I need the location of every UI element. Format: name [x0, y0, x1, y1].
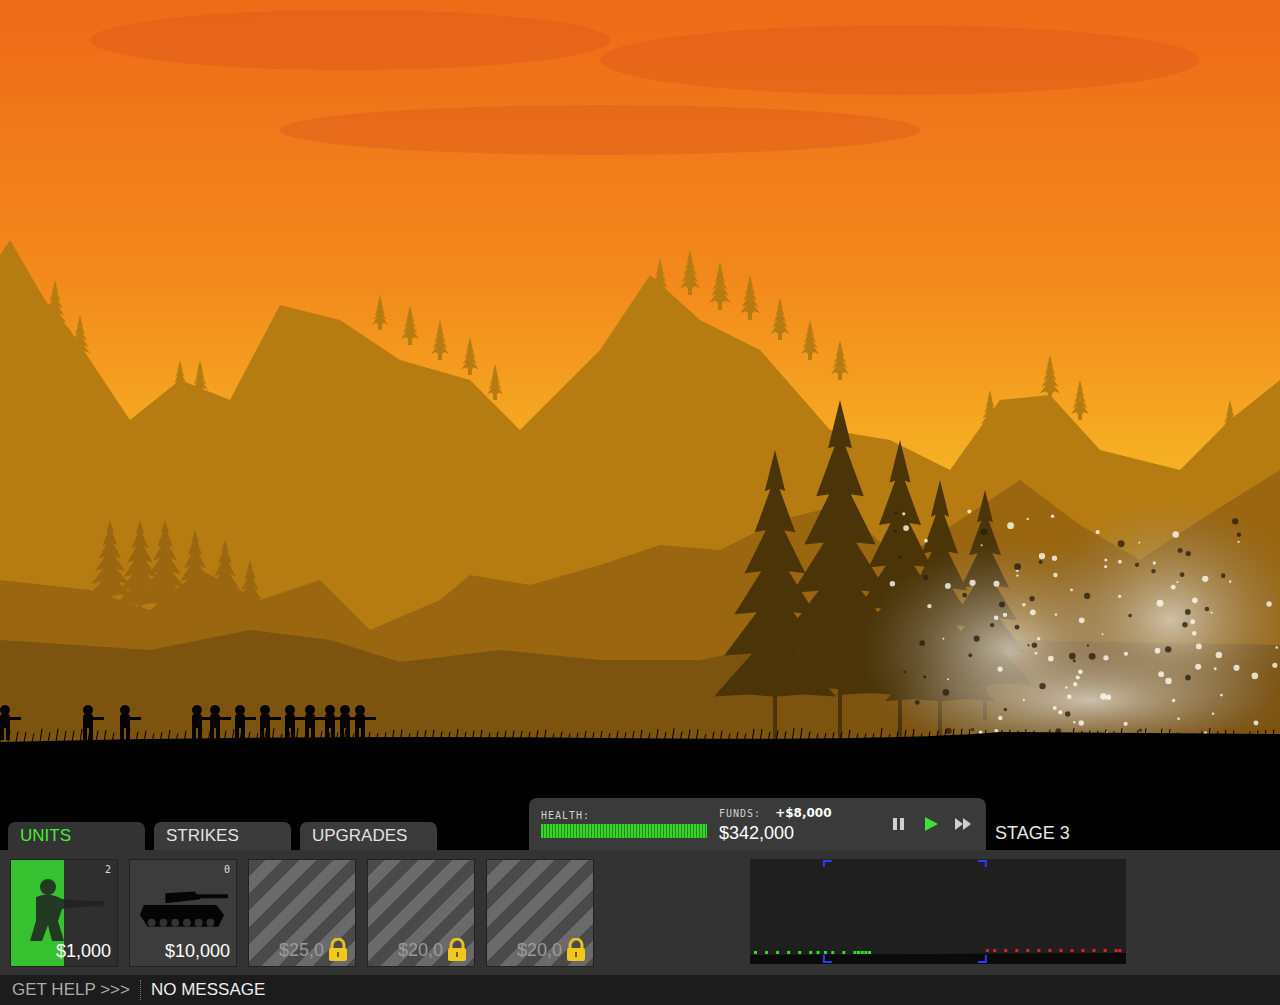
top-row: UNITSSTRIKESUPGRADESHEALTH:FUNDS:+$8,000… [0, 812, 1280, 850]
clouds [90, 10, 1200, 155]
soldier-figure [192, 705, 213, 740]
friendly-dot [831, 951, 834, 954]
enemy-dot [1093, 949, 1096, 952]
unit-price: $20,0 [517, 940, 562, 961]
unit-count: 2 [105, 864, 111, 876]
pause-button[interactable] [888, 814, 910, 834]
unit-price: $1,000 [56, 941, 111, 962]
explosion-smoke [860, 500, 1280, 760]
play-icon [922, 816, 940, 832]
unit-card[interactable]: 0 $10,000 [129, 859, 237, 967]
lock-icon [327, 938, 349, 962]
soldier-figure [83, 705, 104, 740]
play-button[interactable] [920, 814, 942, 834]
viewport-frame [824, 861, 986, 962]
unit-price: $20,0 [398, 940, 443, 961]
friendly-dot [798, 951, 801, 954]
soldier-figure [260, 705, 281, 740]
message-text: NO MESSAGE [151, 980, 265, 1000]
soldier-figure [235, 705, 256, 740]
status-panel: HEALTH: FUNDS:+$8,000 $342,000 [529, 798, 986, 850]
friendly-dot [765, 951, 768, 954]
friendly-dot [853, 951, 856, 954]
friendly-dot [861, 951, 864, 954]
enemy-dot [1059, 949, 1062, 952]
soldier-figure [0, 705, 21, 740]
friendly-dot [787, 951, 790, 954]
fast-icon [954, 816, 972, 832]
pause-icon [890, 816, 908, 832]
menu-tab[interactable]: UPGRADES [300, 822, 437, 850]
enemy-dot [1118, 949, 1121, 952]
soldier-figure [305, 705, 326, 740]
friendly-dot [817, 951, 820, 954]
soldier-icon [18, 877, 110, 941]
unit-card[interactable]: $20,0 [486, 859, 594, 967]
friendly-dot [776, 951, 779, 954]
friendly-dot [824, 951, 827, 954]
tank-icon [136, 883, 230, 935]
funds-label: FUNDS:+$8,000 [719, 806, 832, 820]
fast-button[interactable] [952, 814, 974, 834]
footer-bar: GET HELP >>> NO MESSAGE [0, 975, 1280, 1005]
enemy-dot [1037, 949, 1040, 952]
unit-card[interactable]: $25,0 [248, 859, 356, 967]
unit-count: 0 [224, 864, 230, 876]
battlefield-scene [0, 0, 1280, 812]
enemy-dot [986, 949, 989, 952]
grass [0, 728, 1274, 742]
enemy-dot [1026, 949, 1029, 952]
enemy-dot [1115, 949, 1118, 952]
enemy-dot [993, 949, 996, 952]
soldier-figure [120, 705, 141, 740]
lock-icon [446, 938, 468, 962]
soldier-figure [355, 705, 376, 740]
help-link[interactable]: GET HELP >>> [12, 980, 141, 1000]
stage-label: STAGE 3 [995, 823, 1070, 850]
soldier-figure [285, 705, 306, 740]
command-panel: 2 $1,000 0 $10,000 $25,0 $20,0 $20,0 [0, 850, 1280, 975]
game-screen: UNITS STRIKES UPGRADES HEALTH: FUNDS:+$8,000… [0, 0, 1280, 1005]
friendly-dot [864, 951, 867, 954]
income-text: +$8,000 [775, 806, 831, 820]
menu-tab[interactable]: UNITS [8, 822, 145, 850]
enemy-dot [1048, 949, 1051, 952]
lock-icon [565, 938, 587, 962]
unit-card[interactable]: $20,0 [367, 859, 475, 967]
funds-value: $342,000 [719, 823, 832, 843]
enemy-dot [1004, 949, 1007, 952]
friendly-dot [809, 951, 812, 954]
enemy-dot [1082, 949, 1085, 952]
unit-price: $10,000 [165, 941, 230, 962]
health-bar [541, 824, 707, 838]
unit-price: $25,0 [279, 940, 324, 961]
enemy-dot [1104, 949, 1107, 952]
friendly-dot [754, 951, 757, 954]
minimap[interactable] [750, 859, 1126, 964]
friendly-dot [868, 951, 871, 954]
unit-card[interactable]: 2 $1,000 [10, 859, 118, 967]
health-label: HEALTH: [541, 810, 707, 821]
friendly-dot [842, 951, 845, 954]
soldier-figure [210, 705, 231, 740]
enemy-dot [1015, 949, 1018, 952]
friendly-dot [857, 951, 860, 954]
enemy-dot [1070, 949, 1073, 952]
menu-tab[interactable]: STRIKES [154, 822, 291, 850]
